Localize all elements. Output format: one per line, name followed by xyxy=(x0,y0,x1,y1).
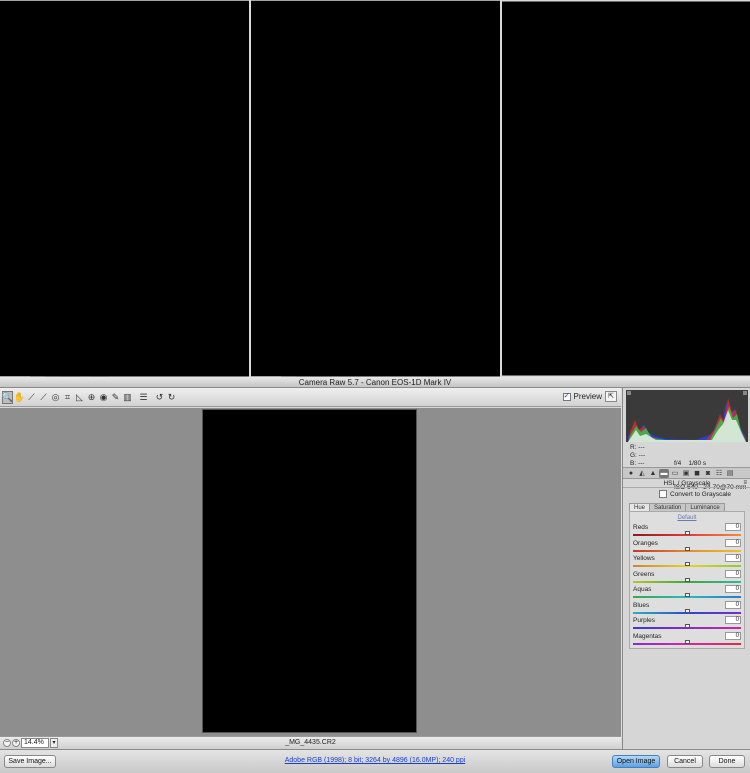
shutter-speed: 1/80 s xyxy=(688,460,707,467)
slider-value-field[interactable]: 0 xyxy=(725,554,741,562)
graduated-filter-icon[interactable]: ▥ xyxy=(122,391,133,404)
tone-curve-tab-icon[interactable]: ◭ xyxy=(637,469,647,478)
fullscreen-icon[interactable]: ⇱ xyxy=(605,391,617,402)
spot-removal-tool-icon[interactable]: ⊕ xyxy=(86,391,97,404)
white-balance-tool-icon[interactable]: ⟋ xyxy=(26,391,37,404)
bottom-bar: Save Image... Adobe RGB (1998); 8 bit; 3… xyxy=(0,749,750,773)
preview-label: Preview xyxy=(573,392,602,401)
rotate-left-icon[interactable]: ↺ xyxy=(154,391,165,404)
slider-value-field[interactable]: 0 xyxy=(725,569,741,578)
slider-thumb[interactable] xyxy=(685,531,690,535)
slider-thumb[interactable] xyxy=(685,608,690,613)
slider-value-field[interactable]: 0 xyxy=(725,631,741,640)
slider-row-reds: Reds 0 xyxy=(633,523,741,538)
green-readout: G: --- xyxy=(630,452,646,459)
open-image-button[interactable]: Open Image xyxy=(612,755,660,768)
adjustment-panel: R: --- G: --- B: --- f/4 1/80 s ISO 640 … xyxy=(622,388,750,749)
slider-thumb[interactable] xyxy=(685,577,690,582)
slider-row-greens: Greens 0 xyxy=(633,569,741,585)
snapshots-tab-icon[interactable]: ▤ xyxy=(725,469,735,478)
targeted-adjustment-tool-icon[interactable]: ◎ xyxy=(50,391,61,404)
effects-tab-icon[interactable]: ◼ xyxy=(692,469,702,478)
slider-value-field[interactable]: 0 xyxy=(725,585,741,593)
slider-label: Oranges xyxy=(633,539,658,547)
bw-photo-contrast-panel xyxy=(502,0,750,377)
slider-label: Purples xyxy=(633,617,656,624)
slider-value-field[interactable]: 0 xyxy=(725,538,741,547)
preview-checkbox[interactable] xyxy=(562,391,571,401)
slider-thumb[interactable] xyxy=(685,562,690,566)
slider-row-yellows: Yellows 0 xyxy=(633,554,741,569)
hsl-tab-icon[interactable]: ▬ xyxy=(659,468,669,478)
slider-label: Magentas xyxy=(633,632,662,640)
basic-tab-icon[interactable]: ● xyxy=(626,469,636,478)
panel-tab-icons: ● ◭ ▲ ▬ ▭ ▣ ◼ ◙ ☷ ▤ xyxy=(623,467,750,479)
slider-thumb[interactable] xyxy=(685,639,690,644)
aperture: f/4 xyxy=(674,460,682,467)
preview-toggle[interactable]: Preview ⇱ xyxy=(562,391,617,402)
window-title: Camera Raw 5.7 - Canon EOS-1D Mark IV xyxy=(0,377,750,388)
split-toning-tab-icon[interactable]: ▭ xyxy=(670,469,680,478)
hand-tool-icon[interactable]: ✋ xyxy=(14,391,25,404)
bw-photo-soft-panel xyxy=(251,0,500,377)
slider-label: Greens xyxy=(633,570,655,578)
panel-title: HSL / Grayscale xyxy=(623,479,750,488)
detail-tab-icon[interactable]: ▲ xyxy=(648,469,658,478)
red-readout: R: --- xyxy=(630,444,645,451)
convert-checkbox[interactable] xyxy=(659,490,667,498)
slider-thumb[interactable] xyxy=(685,624,690,628)
slider-row-oranges: Oranges 0 xyxy=(633,538,741,554)
slider-row-aquas: Aquas 0 xyxy=(633,585,741,600)
slider-value-field[interactable]: 0 xyxy=(725,523,741,531)
slider-row-blues: Blues 0 xyxy=(633,600,741,616)
presets-tab-icon[interactable]: ☷ xyxy=(714,469,724,478)
red-eye-tool-icon[interactable]: ◉ xyxy=(98,391,109,404)
slider-row-magentas: Magentas 0 xyxy=(633,631,741,647)
slider-thumb[interactable] xyxy=(685,546,690,551)
tool-bar: 🔍✋⟋⟋◎⌗◺⊕◉✎▥☰↺↻ Preview ⇱ xyxy=(0,388,621,407)
image-info: R: --- G: --- B: --- f/4 1/80 s ISO 640 … xyxy=(626,444,748,491)
hue-sliders: Default Reds 0 Oranges 0 Yellows 0 Greens 0 Aqua… xyxy=(629,511,745,649)
crop-tool-icon[interactable]: ⌗ xyxy=(62,391,73,404)
convert-to-grayscale[interactable]: Convert to Grayscale xyxy=(659,490,731,498)
lens-corrections-tab-icon[interactable]: ▣ xyxy=(681,469,691,478)
slider-label: Reds xyxy=(633,524,649,531)
slider-label: Yellows xyxy=(633,555,655,562)
preview-canvas[interactable] xyxy=(0,408,621,736)
zoom-tool-icon[interactable]: 🔍 xyxy=(2,390,13,404)
histogram xyxy=(626,390,748,442)
adjustment-brush-icon[interactable]: ✎ xyxy=(110,391,121,404)
file-name: _MG_4435.CR2 xyxy=(285,739,336,746)
status-bar: − + 14.4% ▾ _MG_4435.CR2 xyxy=(0,736,621,749)
preview-image xyxy=(202,409,417,733)
slider-value-field[interactable]: 0 xyxy=(725,600,741,609)
default-link[interactable]: Default xyxy=(630,515,744,521)
straighten-tool-icon[interactable]: ◺ xyxy=(74,391,85,404)
convert-label: Convert to Grayscale xyxy=(670,490,732,498)
slider-label: Aquas xyxy=(633,586,652,593)
color-photo-panel xyxy=(0,0,249,377)
color-sampler-tool-icon[interactable]: ⟋ xyxy=(38,391,49,404)
camera-calibration-tab-icon[interactable]: ◙ xyxy=(703,469,713,478)
slider-value-field[interactable]: 0 xyxy=(725,616,741,624)
slider-thumb[interactable] xyxy=(685,593,690,597)
cancel-button[interactable]: Cancel xyxy=(667,755,703,768)
rotate-right-icon[interactable]: ↻ xyxy=(166,391,177,404)
done-button[interactable]: Done xyxy=(709,755,745,768)
slider-row-purples: Purples 0 xyxy=(633,616,741,631)
preferences-icon[interactable]: ☰ xyxy=(138,391,149,404)
slider-label: Blues xyxy=(633,601,650,609)
panel-menu-icon[interactable]: ≡ xyxy=(743,479,747,488)
